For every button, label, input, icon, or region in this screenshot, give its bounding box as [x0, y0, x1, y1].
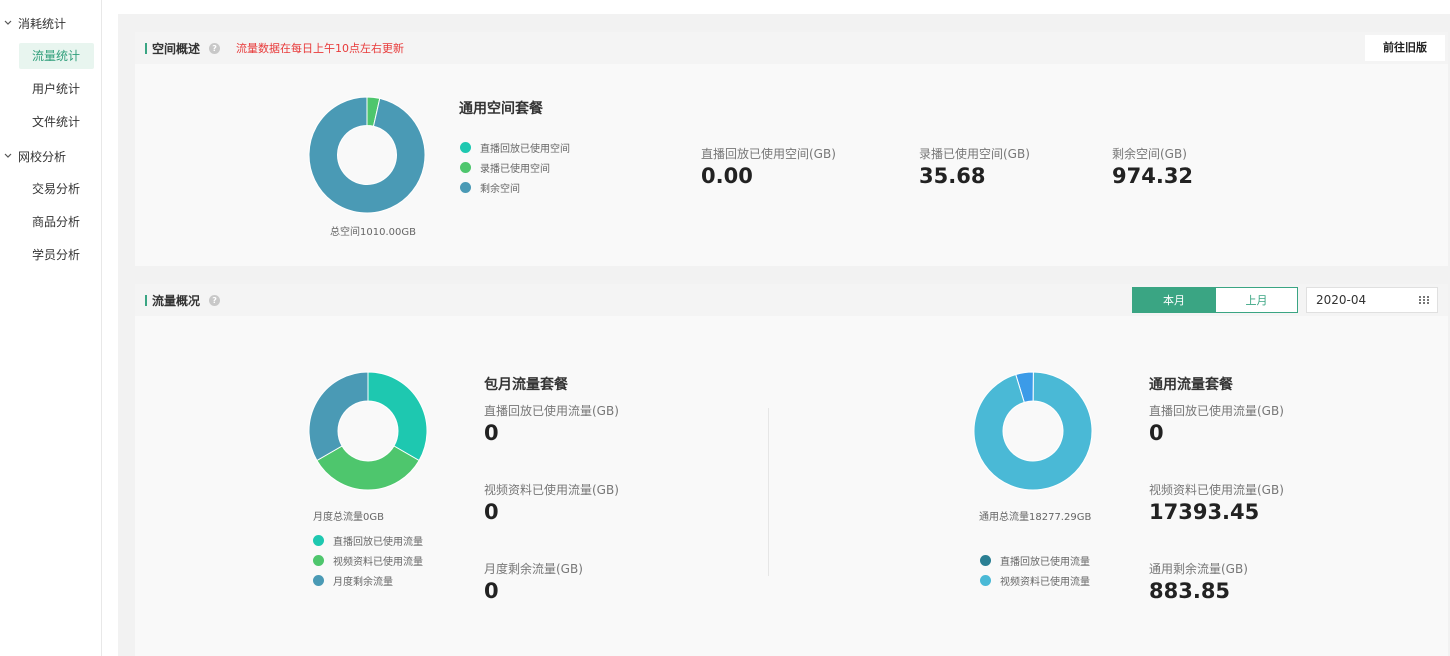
general-package-title: 通用流量套餐 [1149, 377, 1233, 393]
traffic-overview-header: 流量概况 ? 本月 上月 2020-04 [135, 284, 1448, 316]
sidebar-item-user-stats[interactable]: 用户统计 [19, 76, 94, 102]
tab-this-month[interactable]: 本月 [1132, 287, 1216, 313]
sidebar-item-file-stats[interactable]: 文件统计 [19, 109, 94, 135]
help-icon[interactable]: ? [209, 42, 221, 54]
stat-general-remaining: 通用剩余流量(GB) 883.85 [1149, 562, 1248, 603]
space-donut-chart [308, 96, 426, 214]
donut-slice [367, 371, 428, 462]
section-divider [768, 408, 769, 576]
go-old-version-button[interactable]: 前往旧版 [1365, 35, 1445, 61]
traffic-overview-title: 流量概况 ? [145, 284, 221, 316]
general-total-caption: 通用总流量18277.29GB [979, 512, 1092, 523]
stat-monthly-remaining: 月度剩余流量(GB) 0 [484, 562, 583, 603]
space-legend: 直播回放已使用空间 录播已使用空间 剩余空间 [460, 137, 570, 197]
stat-monthly-video: 视频资料已使用流量(GB) 0 [484, 483, 619, 524]
legend-item: 直播回放已使用空间 [460, 137, 570, 157]
legend-item: 直播回放已使用流量 [313, 530, 423, 550]
sidebar-item-trade-analysis[interactable]: 交易分析 [19, 176, 94, 202]
legend-item: 直播回放已使用流量 [980, 550, 1090, 570]
stat-recorded-space: 录播已使用空间(GB) 35.68 [919, 147, 1030, 188]
sidebar-group-label: 网校分析 [18, 149, 67, 164]
sidebar-item-traffic-stats[interactable]: 流量统计 [19, 43, 94, 69]
space-package-title: 通用空间套餐 [459, 101, 543, 117]
tab-last-month[interactable]: 上月 [1215, 287, 1298, 313]
stat-monthly-live-replay: 直播回放已使用流量(GB) 0 [484, 404, 619, 445]
general-traffic-donut-chart [973, 371, 1093, 491]
sidebar-group-school-analysis[interactable]: 网校分析 [0, 145, 66, 167]
stat-general-live-replay: 直播回放已使用流量(GB) 0 [1149, 404, 1284, 445]
legend-item: 视频资料已使用流量 [313, 550, 423, 570]
month-picker-value: 2020-04 [1316, 293, 1367, 307]
space-total-caption: 总空间1010.00GB [330, 227, 416, 238]
help-icon[interactable]: ? [209, 294, 221, 306]
donut-slice [308, 96, 426, 214]
legend-item: 剩余空间 [460, 177, 570, 197]
chevron-down-icon [0, 20, 18, 26]
legend-item: 视频资料已使用流量 [980, 570, 1090, 590]
legend-item: 月度剩余流量 [313, 570, 423, 590]
donut-slice [308, 371, 369, 462]
sidebar-group-label: 消耗统计 [18, 16, 67, 31]
space-overview-title: 空间概述 ? 流量数据在每日上午10点左右更新 [145, 32, 404, 64]
sidebar: 消耗统计 流量统计 用户统计 文件统计 网校分析 交易分析 商品分析 学员分析 [0, 0, 102, 656]
calendar-icon [1419, 296, 1429, 304]
sidebar-group-consumption[interactable]: 消耗统计 [0, 12, 66, 34]
stat-general-video: 视频资料已使用流量(GB) 17393.45 [1149, 483, 1284, 524]
legend-item: 录播已使用空间 [460, 157, 570, 177]
sidebar-item-product-analysis[interactable]: 商品分析 [19, 209, 94, 235]
monthly-package-title: 包月流量套餐 [484, 377, 568, 393]
general-legend: 直播回放已使用流量 视频资料已使用流量 [980, 550, 1090, 590]
stat-live-replay-space: 直播回放已使用空间(GB) 0.00 [701, 147, 836, 188]
monthly-traffic-donut-chart [308, 371, 428, 491]
donut-slice [973, 371, 1093, 491]
monthly-legend: 直播回放已使用流量 视频资料已使用流量 月度剩余流量 [313, 530, 423, 590]
space-overview-header: 空间概述 ? 流量数据在每日上午10点左右更新 前往旧版 [135, 32, 1448, 64]
update-notice: 流量数据在每日上午10点左右更新 [236, 42, 405, 55]
chevron-down-icon [0, 153, 18, 159]
monthly-total-caption: 月度总流量0GB [313, 512, 384, 523]
month-picker[interactable]: 2020-04 [1306, 287, 1438, 313]
donut-slice [316, 445, 420, 491]
sidebar-item-student-analysis[interactable]: 学员分析 [19, 242, 94, 268]
stat-remaining-space: 剩余空间(GB) 974.32 [1112, 147, 1194, 188]
